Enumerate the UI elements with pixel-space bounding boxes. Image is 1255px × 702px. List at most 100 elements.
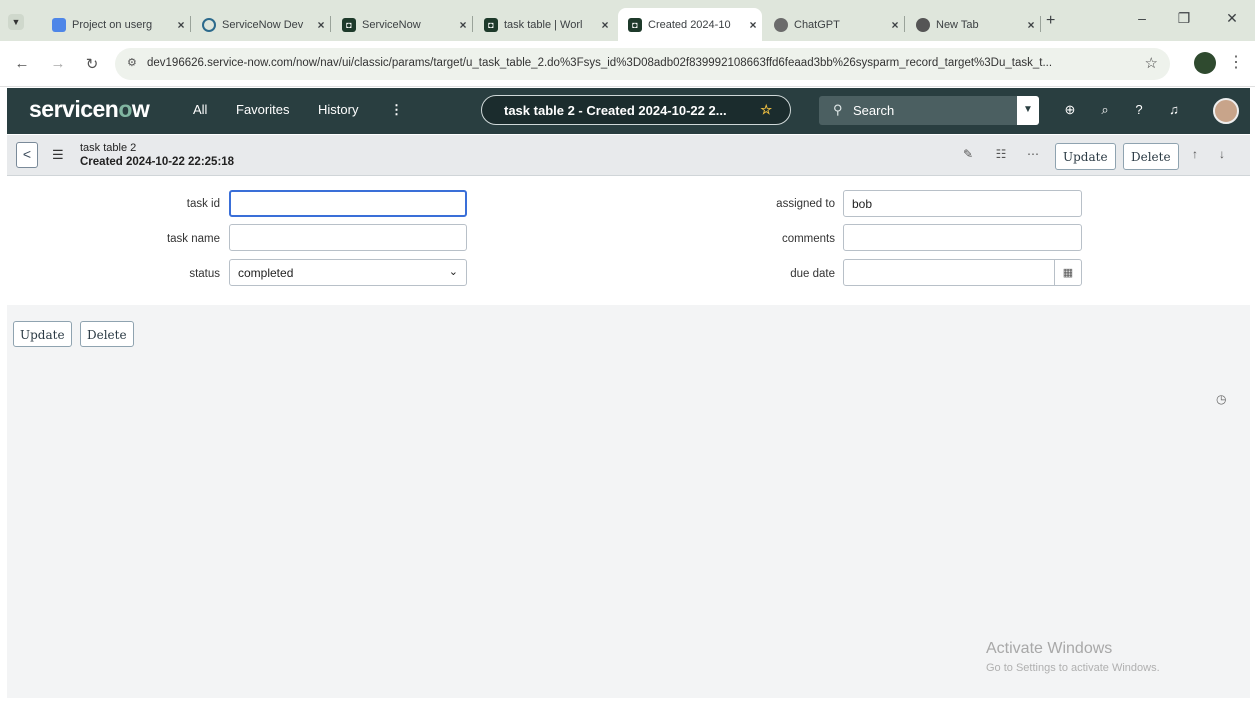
tab-label: Created 2024-10 [648, 18, 731, 31]
user-avatar[interactable] [1213, 98, 1239, 124]
search-icon: ⚲ [833, 102, 843, 117]
global-search-input[interactable]: ⚲ Search ▼ [819, 96, 1039, 125]
site-settings-icon[interactable]: ⚙ [127, 56, 137, 69]
nav-more-icon[interactable]: ⋮ [390, 102, 403, 118]
servicenow-logo[interactable]: servicenow [29, 96, 150, 123]
logo-text-end: w [131, 96, 150, 122]
personalize-icon[interactable]: ☷ [992, 147, 1010, 161]
nav-all[interactable]: All [193, 102, 207, 117]
nav-favorites[interactable]: Favorites [236, 102, 289, 117]
status-select[interactable]: completed ⌄ [229, 259, 467, 286]
browser-tab-5[interactable]: ChatGPT × [764, 10, 904, 40]
task-name-input[interactable] [229, 224, 467, 251]
browser-tab-strip: ▼ Project on userg × ServiceNow Dev × ◘ … [0, 0, 1255, 41]
new-tab-button[interactable]: + [1046, 12, 1055, 30]
tab-divider [472, 16, 473, 32]
bottom-update-button[interactable]: Update [13, 321, 72, 347]
browser-tab-1[interactable]: ServiceNow Dev × [192, 10, 330, 40]
chat-icon[interactable]: ⌕ [1095, 102, 1115, 118]
ring-icon [202, 18, 216, 32]
windows-watermark-subtitle: Go to Settings to activate Windows. [986, 662, 1160, 674]
context-pill[interactable]: task table 2 - Created 2024-10-22 2... ☆ [481, 95, 791, 125]
browser-tab-3[interactable]: ◘ task table | Worl × [474, 10, 614, 40]
header-delete-button[interactable]: Delete [1123, 143, 1179, 170]
windows-watermark-title: Activate Windows [986, 640, 1113, 657]
back-button[interactable]: < [16, 142, 38, 168]
servicenow-header: servicenow All Favorites History ⋮ task … [7, 88, 1250, 134]
assigned-to-label: assigned to [776, 198, 835, 210]
due-date-label: due date [790, 268, 835, 280]
context-pill-text: task table 2 - Created 2024-10-22 2... [504, 103, 727, 118]
browser-tab-0[interactable]: Project on userg × [42, 10, 190, 40]
tab-divider [190, 16, 191, 32]
due-date-input[interactable]: ▦ [843, 259, 1082, 286]
close-icon[interactable]: × [596, 18, 614, 32]
close-icon[interactable]: × [172, 18, 190, 32]
tab-label: ChatGPT [794, 19, 840, 31]
minimize-icon[interactable]: – [1128, 10, 1156, 26]
restore-icon[interactable]: ❐ [1170, 10, 1198, 27]
tab-divider [904, 16, 905, 32]
logo-o: o [118, 96, 132, 122]
close-icon[interactable]: × [1022, 18, 1040, 32]
browser-menu-icon[interactable]: ⋮ [1228, 52, 1244, 72]
context-menu-icon[interactable]: ☰ [52, 147, 64, 163]
doc-icon [52, 18, 66, 32]
comments-input[interactable] [843, 224, 1082, 251]
browser-address-bar: ← → ↻ ⚙ dev196626.service-now.com/now/na… [0, 41, 1255, 87]
globe-icon[interactable]: ⊕ [1060, 102, 1080, 118]
bottom-delete-button[interactable]: Delete [80, 321, 134, 347]
browser-tab-2[interactable]: ◘ ServiceNow × [332, 10, 472, 40]
status-label: status [189, 268, 220, 280]
timer-icon[interactable]: ◷ [1216, 392, 1226, 406]
more-options-icon[interactable]: ⋯ [1024, 147, 1042, 161]
help-icon[interactable]: ? [1129, 102, 1149, 117]
close-icon[interactable]: × [454, 18, 472, 32]
url-text[interactable]: dev196626.service-now.com/now/nav/ui/cla… [147, 57, 1137, 69]
tab-label: New Tab [936, 19, 979, 31]
chevron-down-icon: ⌄ [448, 266, 458, 278]
next-record-icon[interactable]: ↓ [1213, 147, 1231, 161]
assigned-to-input[interactable]: bob [843, 190, 1082, 217]
chrome-icon [916, 18, 930, 32]
logo-text: servicen [29, 96, 119, 122]
close-icon[interactable]: × [312, 18, 330, 32]
tab-label: Project on userg [72, 19, 153, 31]
nav-history[interactable]: History [318, 102, 358, 117]
chatgpt-icon [774, 18, 788, 32]
tab-divider [330, 16, 331, 32]
form-body: task id task name status completed ⌄ ass… [7, 177, 1250, 305]
task-name-label: task name [166, 233, 220, 245]
form-header: < ☰ task table 2 Created 2024-10-22 22:2… [7, 135, 1250, 176]
form-table-name: task table 2 [80, 142, 137, 154]
back-arrow-icon[interactable]: ← [12, 55, 32, 72]
status-selected-value: completed [238, 266, 294, 280]
forward-arrow-icon[interactable]: → [48, 55, 68, 72]
favorite-star-icon[interactable]: ☆ [760, 102, 772, 118]
task-id-label: task id [186, 198, 220, 210]
header-update-button[interactable]: Update [1055, 143, 1116, 170]
search-placeholder: Search [853, 103, 895, 118]
browser-tab-6[interactable]: New Tab × [906, 10, 1040, 40]
servicenow-icon: ◘ [628, 17, 642, 32]
tab-label: ServiceNow Dev [222, 19, 304, 31]
close-icon[interactable]: × [744, 18, 762, 32]
calendar-icon[interactable]: ▦ [1054, 260, 1081, 285]
bookmark-star-icon[interactable]: ☆ [1145, 54, 1158, 72]
browser-profile-avatar[interactable] [1194, 52, 1216, 74]
close-icon[interactable]: × [886, 18, 904, 32]
browser-tab-4-active[interactable]: ◘ Created 2024-10 × [618, 8, 762, 41]
tab-search-chevron-icon[interactable]: ▼ [8, 14, 24, 30]
reload-icon[interactable]: ↻ [82, 55, 102, 73]
servicenow-icon: ◘ [484, 18, 498, 32]
servicenow-icon: ◘ [342, 18, 356, 32]
previous-record-icon[interactable]: ↑ [1186, 147, 1204, 161]
notification-bell-icon[interactable]: ♫ [1164, 102, 1184, 117]
comments-label: comments [781, 233, 835, 245]
url-omnibox[interactable]: ⚙ dev196626.service-now.com/now/nav/ui/c… [115, 48, 1170, 80]
attachment-icon[interactable]: ✎ [959, 147, 977, 161]
search-scope-dropdown[interactable]: ▼ [1017, 96, 1039, 125]
window-close-icon[interactable]: ✕ [1218, 10, 1246, 27]
tab-label: ServiceNow [362, 19, 421, 31]
task-id-input[interactable] [229, 190, 467, 217]
